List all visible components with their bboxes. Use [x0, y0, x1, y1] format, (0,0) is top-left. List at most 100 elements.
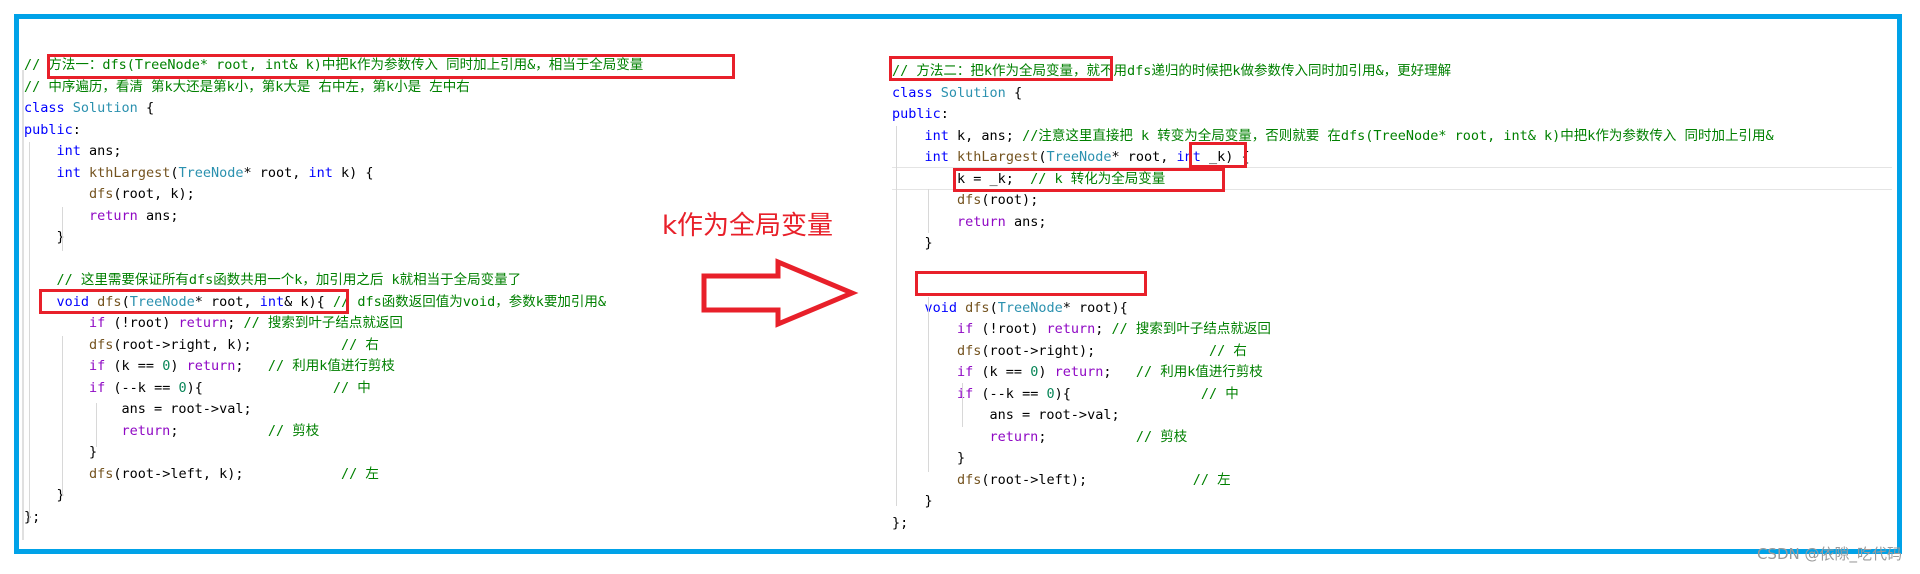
code-line: return; // 剪枝 [892, 427, 1774, 449]
code-token: k, ans; [948, 127, 1023, 144]
code-line: dfs(root->right); // 右 [892, 341, 1774, 363]
code-line: return ans; [892, 212, 1774, 234]
code-token: return [89, 207, 138, 224]
highlight-box-dfs-signature-right [915, 271, 1147, 296]
code-token: TreeNode [178, 164, 244, 181]
code-line: ans = root->val; [24, 399, 643, 421]
code-token: ) [170, 358, 187, 374]
indent-guide [62, 207, 63, 251]
indent-guide [96, 403, 97, 447]
code-token: (root->left, k); [113, 465, 341, 482]
code-token: // 右 [1209, 342, 1247, 359]
code-token: }; [24, 508, 41, 525]
code-line: ans = root->val; [892, 405, 1774, 427]
code-token: // 左 [1192, 471, 1231, 488]
code-token: Solution [72, 100, 138, 116]
code-token: // 这里需要保证所有dfs函数共用一个k，加引用之后 k就相当于全局变量了 [56, 272, 522, 288]
code-token: * root, [1111, 149, 1177, 165]
code-token: // 中 [1200, 385, 1239, 402]
code-token: TreeNode [1046, 149, 1112, 165]
code-line: }; [892, 513, 1774, 535]
code-token: * root, [243, 164, 309, 181]
code-line: if (k == 0) return; // 利用k值进行剪枝 [24, 356, 643, 378]
code-token: public [892, 106, 941, 122]
code-line: dfs(root); [892, 190, 1774, 212]
code-token: if [89, 358, 106, 374]
code-token: ans; [80, 143, 122, 159]
code-token: TreeNode [997, 299, 1063, 316]
code-token: return [957, 213, 1006, 230]
code-line: } [892, 491, 1774, 513]
annotation-label: k作为全局变量 [662, 211, 834, 241]
code-token: ans = root->val; [24, 401, 252, 417]
code-token: (root); [981, 192, 1039, 208]
code-token: 0 [178, 379, 187, 396]
code-token: // [24, 57, 49, 73]
indent-guide [896, 126, 897, 506]
code-token: dfs [89, 465, 114, 482]
code-token: * root){ [1062, 299, 1128, 316]
code-line: if (--k == 0){ // 中 [892, 384, 1774, 406]
code-token: void [924, 299, 958, 316]
right-code-panel: // 方法二：把k作为全局变量，就不用dfs递归的时候把k做参数传入同时加引用&… [892, 61, 1774, 534]
code-token: // dfs函数返回值为void，参数k要加引用& [332, 293, 606, 310]
code-token: (root, k); [113, 186, 195, 202]
code-token: : [72, 121, 81, 138]
code-line: int kthLargest(TreeNode* root, int k) { [24, 163, 643, 185]
code-token: kthLargest [89, 164, 171, 181]
code-line: } [24, 227, 643, 249]
code-token: return [1046, 321, 1096, 337]
code-token: : [940, 106, 949, 122]
code-token: } [892, 235, 933, 251]
highlight-box-method2-comment [889, 56, 1113, 81]
code-line: } [892, 233, 1774, 255]
code-token: (root->left); [981, 471, 1193, 488]
code-token: dfs [957, 342, 982, 359]
code-token: (!root) [973, 321, 1047, 337]
indent-guide [928, 189, 929, 233]
code-line: if (!root) return; // 搜索到叶子结点就返回 [892, 319, 1774, 341]
code-token: { [137, 100, 155, 116]
indent-guide [29, 142, 30, 522]
code-token: ){ [1054, 385, 1201, 402]
code-token: // 利用k值进行剪枝 [267, 358, 395, 374]
code-token: if [957, 364, 974, 380]
code-token: // 中序遍历，看清 第k大还是第k小，第k大是 右中左，第k小是 左中右 [24, 78, 470, 95]
code-token: int [56, 164, 81, 181]
code-token: return [121, 422, 171, 439]
code-line: dfs(root, k); [24, 184, 643, 206]
watermark: CSDN @依隙_吃代码 [1756, 545, 1902, 563]
code-token: (!root) [105, 315, 179, 331]
highlight-box-dfs-signature-left [39, 289, 349, 314]
indent-guide [62, 336, 63, 496]
code-token: } [24, 444, 98, 460]
code-token: if [957, 385, 974, 402]
code-token: // 中 [332, 379, 371, 396]
code-token: int [924, 149, 949, 165]
code-token: int [924, 127, 949, 144]
code-token: ; [235, 358, 268, 374]
code-line: dfs(root->left, k); // 左 [24, 464, 643, 486]
code-token: ; [170, 422, 268, 439]
code-token: int [308, 164, 333, 181]
highlight-box-method1-comment [47, 54, 735, 79]
highlight-box-k-assign [953, 168, 1225, 192]
code-line: } [892, 448, 1774, 470]
code-token: // 搜索到叶子结点就返回 [1111, 321, 1271, 337]
code-line: int kthLargest(TreeNode* root, int _k) { [892, 147, 1774, 169]
code-line: class Solution { [892, 83, 1774, 105]
code-token: kthLargest [957, 149, 1039, 165]
code-token: return [1054, 364, 1104, 380]
indent-guide [928, 297, 929, 472]
